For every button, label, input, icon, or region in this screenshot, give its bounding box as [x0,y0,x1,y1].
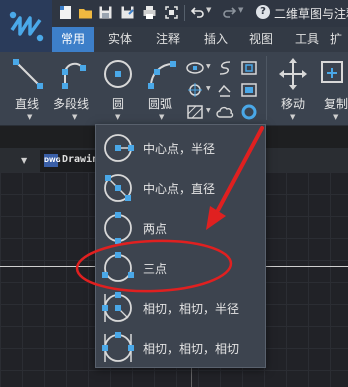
donut-icon[interactable] [240,104,258,120]
move-dropdown-icon[interactable]: ▼ [290,113,295,121]
rectangle-icon[interactable] [240,60,258,76]
circle-options-menu: 中心点，半径 中心点，直径 两点 三点 相切，相切，半径 相切，相切，相切 [95,124,266,368]
copy-label: 复制 [324,97,348,111]
hatch-icon[interactable] [186,104,204,120]
menu-item-tan-tan-radius[interactable]: 相切，相切，半径 [96,288,265,328]
spline-icon[interactable] [216,60,234,76]
arc-dropdown-icon[interactable]: ▼ [159,113,164,121]
copy-dropdown-icon[interactable]: ▼ [333,113,338,121]
circle-dropdown-icon[interactable]: ▼ [115,113,120,121]
menu-item-label: 相切，相切，半径 [143,302,240,316]
line-label: 直线 [15,97,40,111]
ribbon-separator [266,56,267,120]
tab-solid[interactable]: 实体 [98,27,142,52]
tab-extension[interactable]: 扩 [330,27,348,52]
menu-item-label: 中心点，直径 [143,182,216,196]
copy-icon [321,61,343,83]
app-logo-icon [9,11,44,42]
app-logo[interactable] [0,0,52,52]
circle-label: 圆 [112,97,125,111]
move-icon [279,58,307,90]
menu-item-two-point[interactable]: 两点 [96,208,265,248]
line-dropdown-icon[interactable]: ▼ [27,113,32,121]
menu-item-three-point[interactable]: 三点 [96,248,265,288]
tab-list-dropdown-icon[interactable]: ▼ [21,156,27,165]
arc-icon [148,61,176,89]
copy-button[interactable] [318,56,348,92]
tab-annotate[interactable]: 注释 [146,27,190,52]
undo-dropdown-icon[interactable]: ▼ [206,6,211,14]
ribbon-tab-bar: 常用 实体 注释 插入 视图 工具 扩 [0,27,348,52]
tab-home[interactable]: 常用 [52,27,94,52]
zoom-extents-icon[interactable] [164,5,179,20]
menu-item-label: 相切，相切，相切 [143,342,240,356]
polyline-label: 多段线 [53,97,90,111]
tab-view[interactable]: 视图 [240,27,282,52]
open-folder-icon[interactable] [78,5,93,20]
title-bar: ▼ ▼ ? 二维草图与注释 [0,0,348,52]
circle-2-point-icon [104,212,132,244]
move-label: 移动 [281,97,306,111]
line-button[interactable] [8,56,48,92]
menu-item-tan-tan-tan[interactable]: 相切，相切，相切 [96,328,265,368]
cloud-icon[interactable] [216,104,234,120]
menu-item-label: 中心点，半径 [143,142,216,156]
circle-3-point-icon [102,252,134,282]
menu-item-center-radius[interactable]: 中心点，半径 [96,128,265,168]
tab-insert[interactable]: 插入 [194,27,238,52]
polyline-icon [62,62,86,89]
save-icon[interactable] [98,5,113,20]
circle-icon [104,60,132,88]
menu-item-center-diameter[interactable]: 中心点，直径 [96,168,265,208]
undo-icon[interactable] [190,5,205,20]
circle-center-radius-icon [104,134,134,162]
revcloud-icon[interactable] [216,82,234,98]
ellipse-dropdown-icon[interactable]: ▼ [206,63,211,70]
line-icon [13,59,43,89]
window-title: 二维草图与注释 [274,7,348,21]
point-icon[interactable] [186,82,204,98]
separator [184,5,185,21]
region-icon[interactable] [240,82,258,98]
point-dropdown-icon[interactable]: ▼ [206,85,211,92]
polyline-dropdown-icon[interactable]: ▼ [72,113,77,121]
ribbon-panel: 直线 ▼ 多段线 ▼ 圆 ▼ 圆弧 ▼ ▼ ▼ ▼ 移动 ▼ 复制 ▼ [0,52,348,126]
hatch-dropdown-icon[interactable]: ▼ [206,107,211,114]
move-button[interactable] [276,56,310,92]
circle-tan-tan-radius-icon [102,292,132,322]
tab-tools[interactable]: 工具 [286,27,328,52]
dwg-file-icon: DWG [44,154,61,167]
circle-button[interactable] [98,56,138,92]
menu-item-label: 三点 [143,262,168,276]
save-as-icon[interactable] [120,5,135,20]
print-icon[interactable] [142,5,157,20]
arc-label: 圆弧 [148,97,173,111]
circle-center-diameter-icon [104,174,132,202]
ellipse-icon[interactable] [186,60,204,76]
new-file-icon[interactable] [58,5,73,20]
menu-item-label: 两点 [143,222,168,236]
circle-tan-tan-tan-icon [102,332,134,362]
polyline-button[interactable] [52,56,98,92]
redo-dropdown-icon[interactable]: ▼ [238,6,243,14]
redo-icon[interactable] [222,5,237,20]
help-icon[interactable]: ? [256,5,270,19]
arc-button[interactable] [140,56,182,92]
